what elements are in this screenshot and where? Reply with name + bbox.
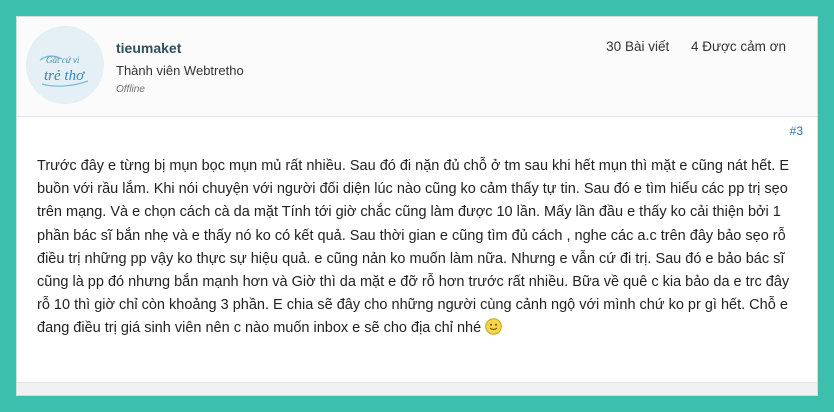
post-header: Gắt cứ vi trẻ thơ tieumaket Thành viên W… [17,17,817,117]
post-body: Trước đây e từng bị mụn bọc mụn mủ rất n… [37,155,797,341]
post-number-link[interactable]: #3 [790,124,803,138]
user-stats: 30 Bài viết 4 Được cảm ơn [606,39,786,54]
avatar-logo-icon: Gắt cứ vi trẻ thơ [26,26,104,104]
user-avatar[interactable]: Gắt cứ vi trẻ thơ [26,26,104,104]
post-text: Trước đây e từng bị mụn bọc mụn mủ rất n… [37,158,790,337]
avatar-line-2: trẻ thơ [44,68,85,84]
user-status: Offline [116,84,145,95]
user-rank: Thành viên Webtretho [116,63,244,78]
username-link[interactable]: tieumaket [116,40,181,56]
thanks-count: 4 Được cảm ơn [690,39,786,54]
smile-icon [485,318,502,336]
post-footer [17,382,817,395]
post-count: 30 Bài viết [606,39,670,54]
avatar-line-1: Gắt cứ vi [46,55,80,65]
forum-post: Gắt cứ vi trẻ thơ tieumaket Thành viên W… [16,16,818,396]
